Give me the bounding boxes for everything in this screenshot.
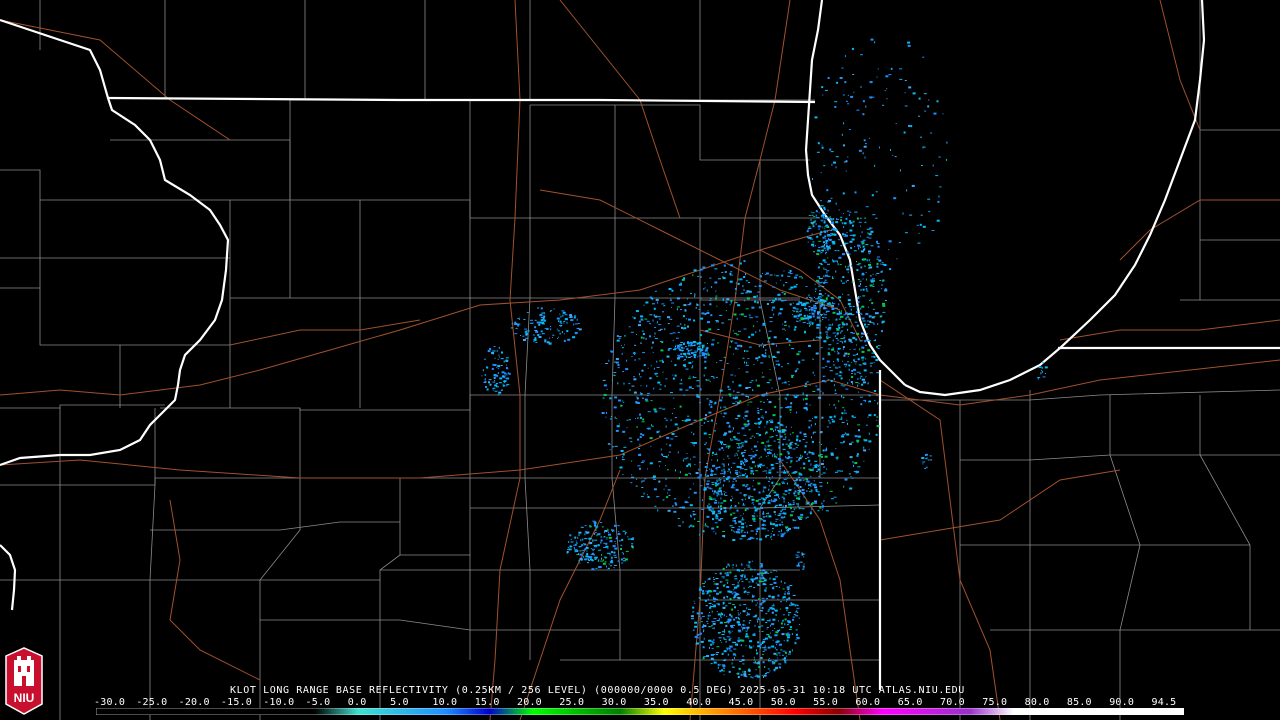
scale-label: 5.0 [390, 697, 409, 708]
scale-label: 0.0 [347, 697, 367, 708]
radar-map: NIU [0, 0, 1280, 720]
reflectivity-scale-labels: -30.0 -25.0 -20.0 -15.0 -10.0 -5.0 0.0 5.0 10.0 1… [94, 697, 1194, 708]
scale-label: 30.0 [601, 697, 627, 708]
scale-label: 85.0 [1066, 697, 1092, 708]
scale-label: 25.0 [559, 697, 585, 708]
scale-label: 94.5 [1151, 697, 1177, 708]
scale-label: 15.0 [474, 697, 500, 708]
scale-label: 40.0 [686, 697, 712, 708]
scale-label: 20.0 [517, 697, 542, 708]
scale-label: -15.0 [220, 697, 252, 708]
logo-text: NIU [14, 691, 35, 705]
scale-label: 10.0 [432, 697, 458, 708]
scale-label: 35.0 [643, 697, 669, 708]
product-label: KLOT LONG RANGE BASE REFLECTIVITY (0.25K… [230, 685, 965, 696]
scale-label: 90.0 [1109, 697, 1135, 708]
reflectivity-colorbar [96, 708, 1184, 715]
scale-label: 45.0 [728, 697, 754, 708]
scale-label: -30.0 [94, 697, 126, 708]
scale-label: 60.0 [855, 697, 881, 708]
scale-label: -5.0 [305, 697, 331, 708]
scale-label: -25.0 [136, 697, 168, 708]
scale-label: 75.0 [982, 697, 1008, 708]
niu-logo: NIU [5, 647, 43, 715]
scale-label: 70.0 [940, 697, 965, 708]
scale-label: -20.0 [178, 697, 210, 708]
scale-label: 50.0 [770, 697, 796, 708]
scale-label: 65.0 [897, 697, 923, 708]
scale-label: 55.0 [813, 697, 838, 708]
scale-label: 80.0 [1024, 697, 1050, 708]
scale-label: -10.0 [263, 697, 295, 708]
